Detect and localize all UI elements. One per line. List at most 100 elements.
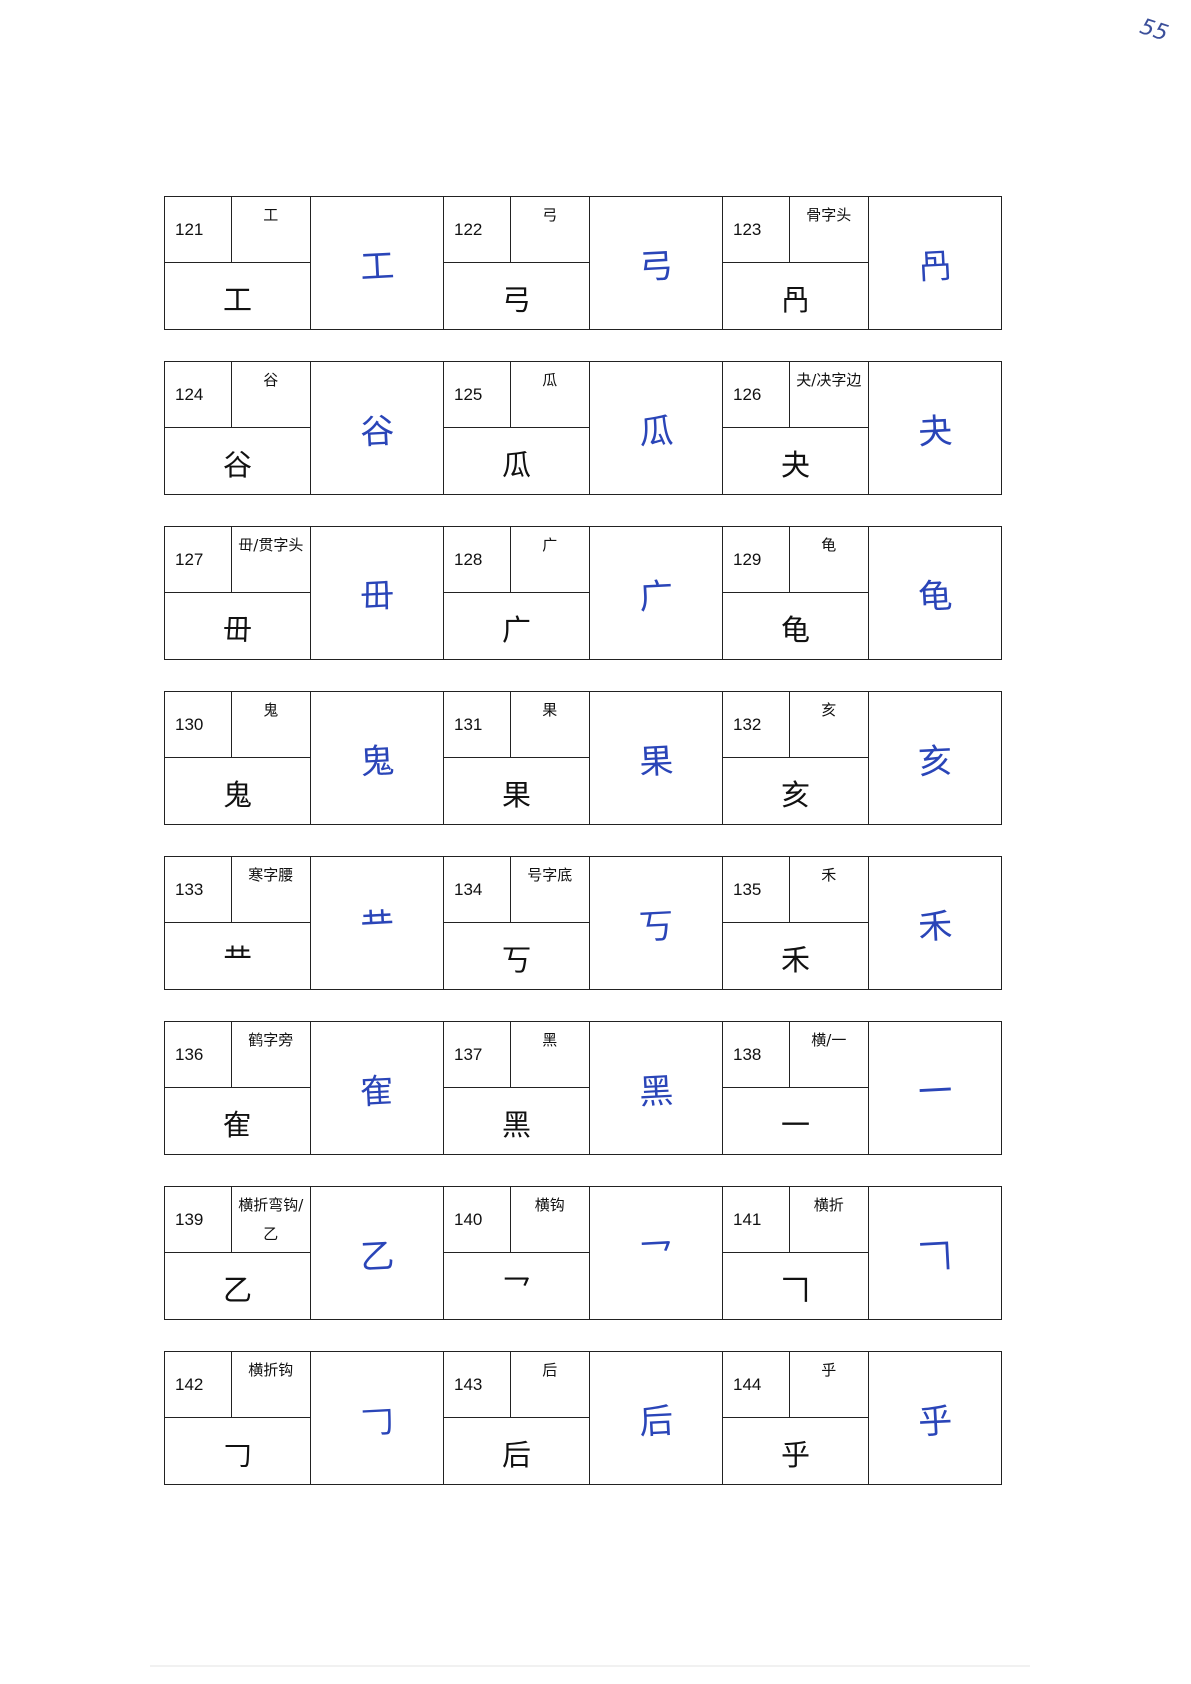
- handwritten-glyph: 一: [917, 1070, 954, 1113]
- handwritten-glyph: 鬼: [359, 740, 396, 783]
- radical-name: 寒字腰: [248, 866, 294, 884]
- entry-number: 127: [165, 527, 232, 592]
- entry-number: 130: [165, 692, 232, 757]
- entry-header: 133 寒字腰: [165, 857, 310, 923]
- printed-glyph: 弓: [501, 283, 531, 317]
- radical-name: 号字底: [527, 866, 573, 884]
- entry-header: 137 黑: [444, 1022, 589, 1088]
- radical-entry: 128 广 广 广: [443, 527, 722, 659]
- printed-glyph: 瓜: [501, 448, 531, 482]
- handwritten-glyph: 冎: [917, 245, 954, 288]
- handwritten-glyph: 果: [638, 740, 675, 783]
- radical-entry: 132 亥 亥 亥: [722, 692, 1001, 824]
- handwritten-glyph: 工: [359, 245, 396, 288]
- radical-name: 横折: [813, 1196, 844, 1214]
- printed-area: 135 禾 禾: [723, 857, 869, 989]
- entry-header: 125 瓜: [444, 362, 589, 428]
- radical-name: 谷: [263, 371, 279, 389]
- printed-area: 134 号字底 丂: [444, 857, 590, 989]
- entry-header: 143 后: [444, 1352, 589, 1418]
- radical-entry: 144 乎 乎 乎: [722, 1352, 1001, 1484]
- entry-number: 131: [444, 692, 511, 757]
- printed-glyph: 工: [222, 283, 252, 317]
- radical-entry: 121 工 工 工: [165, 197, 443, 329]
- printed-area: 136 鹤字旁 隺: [165, 1022, 311, 1154]
- entry-header: 127 毌/贯字头: [165, 527, 310, 593]
- entry-header: 140 横钩: [444, 1187, 589, 1253]
- radical-name: 横折钩: [248, 1361, 294, 1379]
- table-row: 124 谷 谷 谷 125 瓜 瓜 瓜 126 夬/决字边 夬 夬: [164, 361, 1002, 495]
- radical-entry: 127 毌/贯字头 毌 毌: [165, 527, 443, 659]
- entry-header: 131 果: [444, 692, 589, 758]
- handwritten-glyph: 谷: [359, 410, 396, 453]
- radical-name: 黑: [542, 1031, 558, 1049]
- radical-name: 亥: [821, 701, 837, 719]
- entry-header: 123 骨字头: [723, 197, 868, 263]
- table-row: 142 横折钩 𠃌 𠃌 143 后 后 后 144 乎 乎 乎: [164, 1351, 1002, 1485]
- radical-name: 横/一: [811, 1031, 847, 1049]
- radical-name: 夬/决字边: [796, 371, 862, 389]
- entry-number: 138: [723, 1022, 790, 1087]
- entry-header: 141 横折: [723, 1187, 868, 1253]
- entry-header: 142 横折钩: [165, 1352, 310, 1418]
- entry-number: 140: [444, 1187, 511, 1252]
- printed-area: 138 横/一 一: [723, 1022, 869, 1154]
- entry-number: 144: [723, 1352, 790, 1417]
- printed-glyph: 龷: [222, 943, 252, 977]
- radical-name: 毌/贯字头: [238, 536, 304, 554]
- entry-number: 122: [444, 197, 511, 262]
- table-row: 139 横折弯钩/乙 乙 乙 140 横钩 乛 乛 141 横折 𠃍 𠃍: [164, 1186, 1002, 1320]
- entry-number: 136: [165, 1022, 232, 1087]
- printed-area: 130 鬼 鬼: [165, 692, 311, 824]
- printed-area: 140 横钩 乛: [444, 1187, 590, 1319]
- entry-header: 121 工: [165, 197, 310, 263]
- printed-glyph: 果: [501, 778, 531, 812]
- printed-area: 125 瓜 瓜: [444, 362, 590, 494]
- printed-glyph: 𠃌: [222, 1438, 252, 1472]
- printed-area: 133 寒字腰 龷: [165, 857, 311, 989]
- printed-glyph: 冎: [780, 283, 810, 317]
- radical-entry: 135 禾 禾 禾: [722, 857, 1001, 989]
- printed-area: 143 后 后: [444, 1352, 590, 1484]
- radical-name: 横折弯钩/乙: [238, 1196, 304, 1243]
- radical-entry: 130 鬼 鬼 鬼: [165, 692, 443, 824]
- handwritten-glyph: 禾: [917, 905, 954, 948]
- printed-area: 144 乎 乎: [723, 1352, 869, 1484]
- radical-entry: 138 横/一 一 一: [722, 1022, 1001, 1154]
- page-number: 55: [1136, 14, 1172, 47]
- printed-area: 124 谷 谷: [165, 362, 311, 494]
- entry-number: 142: [165, 1352, 232, 1417]
- radical-entry: 142 横折钩 𠃌 𠃌: [165, 1352, 443, 1484]
- entry-header: 136 鹤字旁: [165, 1022, 310, 1088]
- radical-name: 禾: [821, 866, 837, 884]
- radical-name: 骨字头: [806, 206, 852, 224]
- radical-name: 广: [542, 536, 558, 554]
- radical-table: 121 工 工 工 122 弓 弓 弓 123 骨字头 冎 冎 124 谷 谷 …: [164, 196, 1002, 1516]
- handwritten-glyph: 𠃍: [917, 1235, 954, 1278]
- radical-entry: 137 黑 黑 黑: [443, 1022, 722, 1154]
- table-row: 127 毌/贯字头 毌 毌 128 广 广 广 129 龟 龟 龟: [164, 526, 1002, 660]
- handwritten-glyph: 隺: [359, 1070, 396, 1113]
- footer-divider: [150, 1665, 1030, 1667]
- printed-glyph: 乛: [501, 1273, 531, 1307]
- printed-glyph: 𠃍: [780, 1273, 810, 1307]
- handwritten-glyph: 龷: [359, 905, 396, 948]
- entry-number: 141: [723, 1187, 790, 1252]
- entry-header: 122 弓: [444, 197, 589, 263]
- radical-entry: 123 骨字头 冎 冎: [722, 197, 1001, 329]
- entry-header: 126 夬/决字边: [723, 362, 868, 428]
- printed-glyph: 丂: [501, 943, 531, 977]
- handwritten-glyph: 乎: [917, 1400, 954, 1443]
- entry-number: 139: [165, 1187, 232, 1252]
- entry-header: 134 号字底: [444, 857, 589, 923]
- printed-area: 123 骨字头 冎: [723, 197, 869, 329]
- radical-name: 龟: [821, 536, 837, 554]
- printed-area: 131 果 果: [444, 692, 590, 824]
- radical-entry: 133 寒字腰 龷 龷: [165, 857, 443, 989]
- printed-glyph: 龟: [780, 613, 810, 647]
- radical-name: 横钩: [534, 1196, 565, 1214]
- radical-name: 鬼: [263, 701, 279, 719]
- entry-header: 135 禾: [723, 857, 868, 923]
- entry-number: 133: [165, 857, 232, 922]
- handwritten-glyph: 丂: [638, 905, 675, 948]
